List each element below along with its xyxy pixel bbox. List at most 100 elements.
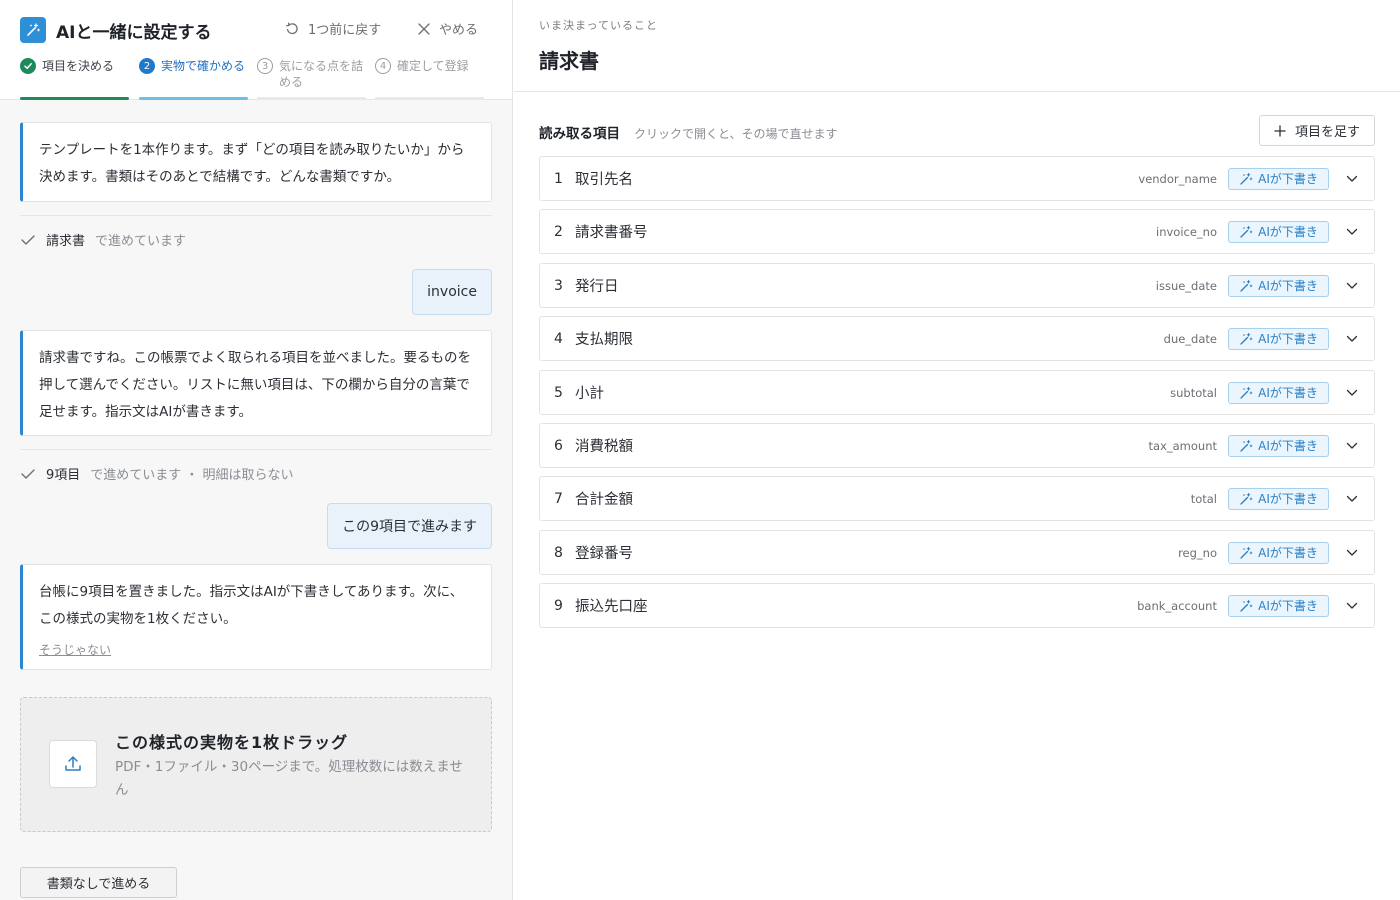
check-icon <box>20 58 36 74</box>
field-label: 登録番号 <box>575 546 633 562</box>
step-verify-sample[interactable]: 2 実物で確かめる <box>139 56 248 100</box>
magic-wand-icon <box>1240 599 1253 612</box>
chevron-down-icon[interactable] <box>1341 542 1363 564</box>
page-title: AIと一緒に設定する <box>56 23 212 43</box>
magic-wand-icon <box>1240 386 1253 399</box>
chevron-down-icon[interactable] <box>1341 168 1363 190</box>
field-row[interactable]: 8 登録番号 reg_no AIが下書き <box>539 530 1375 575</box>
field-row[interactable]: 5 小計 subtotal AIが下書き <box>539 370 1375 415</box>
magic-wand-icon <box>1240 279 1253 292</box>
field-key: due_date <box>1163 331 1217 346</box>
upload-button[interactable] <box>49 740 97 788</box>
document-type-title: 請求書 <box>539 49 599 73</box>
undo-icon <box>286 21 298 34</box>
ai-draft-label: AIが下書き <box>1258 172 1318 186</box>
ai-message: 請求書ですね。この帳票でよく取られる項目を並べました。要るものを押して選んでくだ… <box>20 330 492 436</box>
field-row[interactable]: 6 消費税額 tax_amount AIが下書き <box>539 423 1375 468</box>
ai-draft-badge: AIが下書き <box>1228 167 1329 190</box>
field-key: subtotal <box>1170 385 1217 400</box>
chevron-down-icon[interactable] <box>1341 221 1363 243</box>
ai-draft-label: AIが下書き <box>1258 279 1318 293</box>
field-row[interactable]: 4 支払期限 due_date AIが下書き <box>539 316 1375 361</box>
step-number: 3 <box>257 58 273 74</box>
proceed-without-document-button[interactable]: 書類なしで進める <box>20 867 177 898</box>
status-line: 請求書 で進めています <box>20 230 186 249</box>
field-key: reg_no <box>1178 545 1217 560</box>
divider <box>20 215 492 216</box>
field-label: 請求書番号 <box>575 225 648 241</box>
ai-draft-label: AIが下書き <box>1258 225 1318 239</box>
undo-label: 1つ前に戻す <box>308 23 382 38</box>
user-message: この9項目で進みます <box>327 503 492 549</box>
add-field-label: 項目を足す <box>1294 125 1360 140</box>
check-icon <box>21 468 35 479</box>
setup-chat-panel: AIと一緒に設定する 1つ前に戻す やめる 項目を決める 2 実物で確かめる 3… <box>0 0 513 900</box>
status-note: で進めています <box>95 234 187 249</box>
chevron-down-icon[interactable] <box>1341 382 1363 404</box>
ai-message: テンプレートを1本作ります。まず「どの項目を読み取りたいか」から決めます。書類は… <box>20 122 492 202</box>
step-refine-concerns[interactable]: 3 気になる点を詰める <box>257 56 366 100</box>
chevron-down-icon[interactable] <box>1341 595 1363 617</box>
step-progress-bar <box>20 97 129 100</box>
magic-wand-icon <box>1240 492 1253 505</box>
field-number: 1 <box>554 170 563 187</box>
step-progress-bar <box>139 97 248 100</box>
summary-eyebrow: いま決まっていること <box>539 19 659 32</box>
ai-draft-label: AIが下書き <box>1258 439 1318 453</box>
field-key: total <box>1190 491 1217 506</box>
ai-draft-badge: AIが下書き <box>1228 487 1329 510</box>
field-number: 7 <box>554 490 563 507</box>
chevron-down-icon[interactable] <box>1341 435 1363 457</box>
field-row[interactable]: 9 振込先口座 bank_account AIが下書き <box>539 583 1375 628</box>
plus-icon <box>1274 125 1286 136</box>
file-dropzone[interactable]: この様式の実物を1枚ドラッグ PDF・1ファイル・30ページまで。処理枚数には数… <box>20 697 492 832</box>
field-row[interactable]: 1 取引先名 vendor_name AIが下書き <box>539 156 1375 201</box>
field-row[interactable]: 2 請求書番号 invoice_no AIが下書き <box>539 209 1375 254</box>
cancel-button[interactable]: やめる <box>417 19 478 38</box>
magic-wand-icon <box>1240 172 1253 185</box>
not-this-link[interactable]: そうじゃない <box>39 637 111 664</box>
chevron-down-icon[interactable] <box>1341 488 1363 510</box>
step-label: 実物で確かめる <box>161 59 246 73</box>
field-row[interactable]: 7 合計金額 total AIが下書き <box>539 476 1375 521</box>
ai-message-text: 台帳に9項目を置きました。指示文はAIが下書きしてあります。次に、この様式の実物… <box>39 584 464 627</box>
field-number: 9 <box>554 597 563 614</box>
ai-draft-badge: AIが下書き <box>1228 327 1329 350</box>
ai-draft-badge: AIが下書き <box>1228 274 1329 297</box>
chevron-down-icon[interactable] <box>1341 275 1363 297</box>
step-label: 項目を決める <box>42 59 115 73</box>
summary-panel: いま決まっていること 請求書 読み取る項目 クリックで開くと、その場で直せます … <box>514 0 1400 900</box>
field-label: 取引先名 <box>575 172 633 188</box>
summary-header: いま決まっていること 請求書 <box>514 0 1400 92</box>
field-label: 小計 <box>575 386 604 402</box>
stepper: 項目を決める 2 実物で確かめる 3 気になる点を詰める 4 確定して登録 <box>20 56 494 100</box>
ai-draft-badge: AIが下書き <box>1228 434 1329 457</box>
step-label: 確定して登録 <box>397 59 469 73</box>
field-number: 6 <box>554 437 563 454</box>
step-choose-fields[interactable]: 項目を決める <box>20 56 129 100</box>
add-field-button[interactable]: 項目を足す <box>1259 115 1375 146</box>
field-key: bank_account <box>1137 598 1217 613</box>
magic-wand-icon <box>1240 332 1253 345</box>
divider <box>20 449 492 450</box>
field-row[interactable]: 3 発行日 issue_date AIが下書き <box>539 263 1375 308</box>
status-note: で進めています ・ 明細は取らない <box>90 468 294 483</box>
magic-wand-icon <box>1240 439 1253 452</box>
close-icon <box>418 22 430 35</box>
magic-wand-icon <box>1240 546 1253 559</box>
magic-wand-logo-icon <box>20 17 46 43</box>
field-number: 3 <box>554 277 563 294</box>
ai-message-text: テンプレートを1本作ります。まず「どの項目を読み取りたいか」から決めます。書類は… <box>39 142 465 185</box>
ai-draft-badge: AIが下書き <box>1228 541 1329 564</box>
step-progress-bar <box>375 97 484 100</box>
step-confirm-register[interactable]: 4 確定して登録 <box>375 56 484 100</box>
fields-title: 読み取る項目 <box>539 126 620 142</box>
ai-draft-badge: AIが下書き <box>1228 594 1329 617</box>
dropzone-subtitle: PDF・1ファイル・30ページまで。処理枚数には数えません <box>115 759 463 798</box>
chevron-down-icon[interactable] <box>1341 328 1363 350</box>
ai-draft-badge: AIが下書き <box>1228 381 1329 404</box>
ai-draft-badge: AIが下書き <box>1228 220 1329 243</box>
ai-draft-label: AIが下書き <box>1258 546 1318 560</box>
field-number: 4 <box>554 330 563 347</box>
undo-button[interactable]: 1つ前に戻す <box>284 19 381 38</box>
